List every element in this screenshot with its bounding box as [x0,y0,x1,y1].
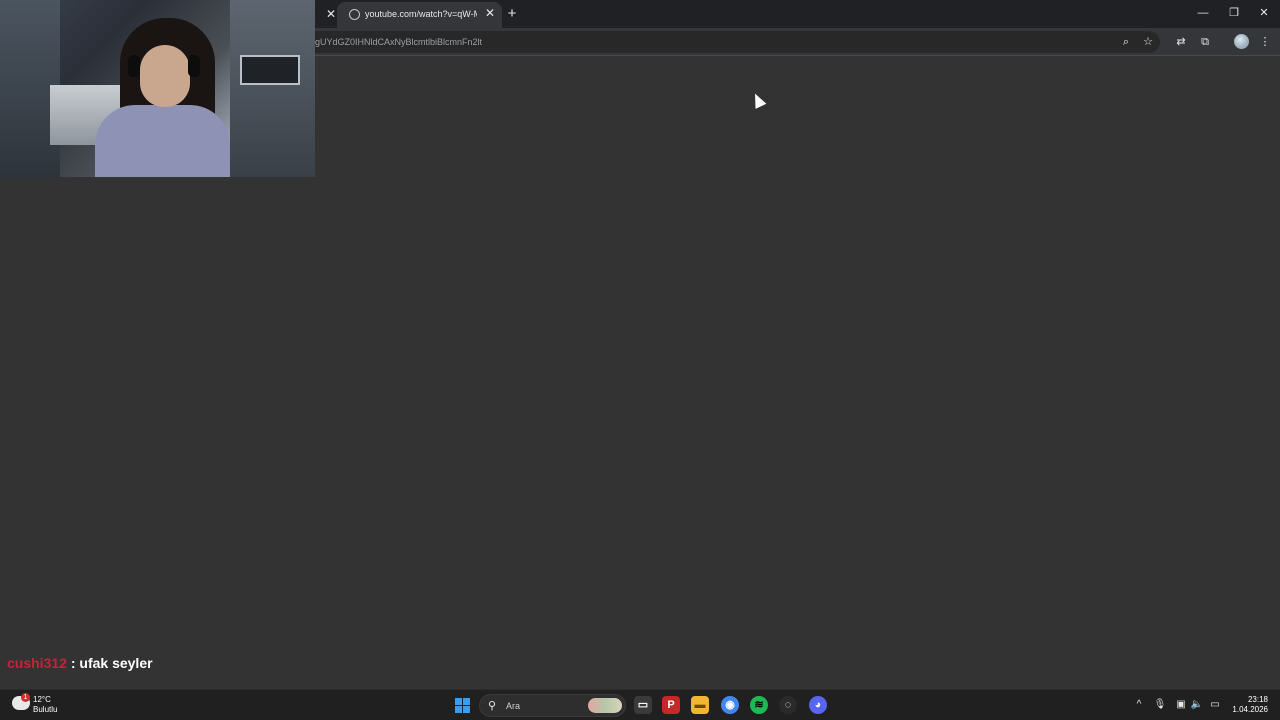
task-view-icon[interactable]: ▭ [634,696,652,714]
tab-youtube[interactable]: youtube.com/watch?v=qW-ME ✕ [337,2,502,28]
zoom-icon[interactable]: ⌕ [1118,34,1134,50]
windows-taskbar: 1 12°C Bulutlu ⚲ Ara ▭ P ▬ ◉ ≋ ◌ ◕ ^ 🎙 ▣… [0,689,1280,720]
browser-toolbar: gUYdGZ0IHNldCAxNyBlcmtlbiBlcmnFn2lt ⌕ ☆ … [315,28,1280,56]
clock-time[interactable]: 23:18 [1240,695,1268,704]
taskbar-search-box[interactable]: ⚲ Ara [479,694,626,717]
search-highlight-image [588,698,622,713]
volume-icon[interactable]: 🔈 [1190,698,1204,712]
search-label: Ara [506,701,521,711]
weather-condition: Bulutlu [33,705,58,714]
browser-tab-strip: ✕ youtube.com/watch?v=qW-ME ✕ + — ❐ ✕ [315,0,1280,28]
minimize-button[interactable]: — [1194,4,1212,22]
loading-globe-icon [349,9,360,20]
bookmark-star-icon[interactable]: ☆ [1140,34,1156,50]
webcam-overlay [0,0,315,177]
headphone-left [128,55,140,77]
windows-logo-pane [463,698,470,705]
chat-username: cushi312 [7,655,67,671]
discord-icon[interactable]: ◕ [809,696,827,714]
tab-title: youtube.com/watch?v=qW-ME [365,9,477,19]
profile-avatar[interactable] [1234,34,1249,49]
webcam-background-window [240,55,300,85]
page-content-area [315,57,1280,689]
stream-chat-message: cushi312 : ufak seyler [7,655,153,671]
weather-alert-badge: 1 [21,693,30,702]
weather-temperature: 12°C [33,695,51,704]
webcam-streamer-face [140,45,190,107]
network-icon[interactable]: ▣ [1174,698,1188,712]
tray-overflow-chevron-icon[interactable]: ^ [1132,698,1146,712]
translate-icon[interactable]: ⇄ [1173,34,1189,50]
webcam-streamer-body [95,105,230,177]
address-bar[interactable]: gUYdGZ0IHNldCAxNyBlcmtlbiBlcmnFn2lt [315,31,1160,53]
address-bar-url: gUYdGZ0IHNldCAxNyBlcmtlbiBlcmnFn2lt [315,37,483,47]
weather-widget[interactable]: 1 12°C Bulutlu [0,690,70,720]
clock-date[interactable]: 1.04.2026 [1232,705,1268,714]
windows-logo-pane [455,698,462,705]
start-button[interactable] [455,698,470,713]
pandora-icon[interactable]: P [662,696,680,714]
chrome-icon[interactable]: ◉ [721,696,739,714]
restore-button[interactable]: ❐ [1225,4,1243,22]
headphone-right [188,55,200,77]
window-close-button[interactable]: ✕ [1255,4,1273,22]
file-explorer-icon[interactable]: ▬ [691,696,709,714]
spotify-icon[interactable]: ≋ [750,696,768,714]
new-tab-button[interactable]: + [503,5,521,23]
extensions-puzzle-icon[interactable]: ⧉ [1197,34,1213,50]
chrome-menu-icon[interactable]: ⋮ [1257,34,1273,50]
battery-icon[interactable]: ▭ [1208,698,1222,712]
search-icon: ⚲ [488,700,497,712]
windows-logo-pane [463,706,470,713]
steam-icon[interactable]: ◌ [779,696,797,714]
tab-close-icon[interactable]: ✕ [483,6,497,20]
chat-separator: : [66,655,80,671]
microphone-icon[interactable]: 🎙 [1153,698,1167,712]
webcam-background-cabinet [230,0,315,177]
windows-logo-pane [455,706,462,713]
chat-message-text: ufak seyler [79,655,153,671]
